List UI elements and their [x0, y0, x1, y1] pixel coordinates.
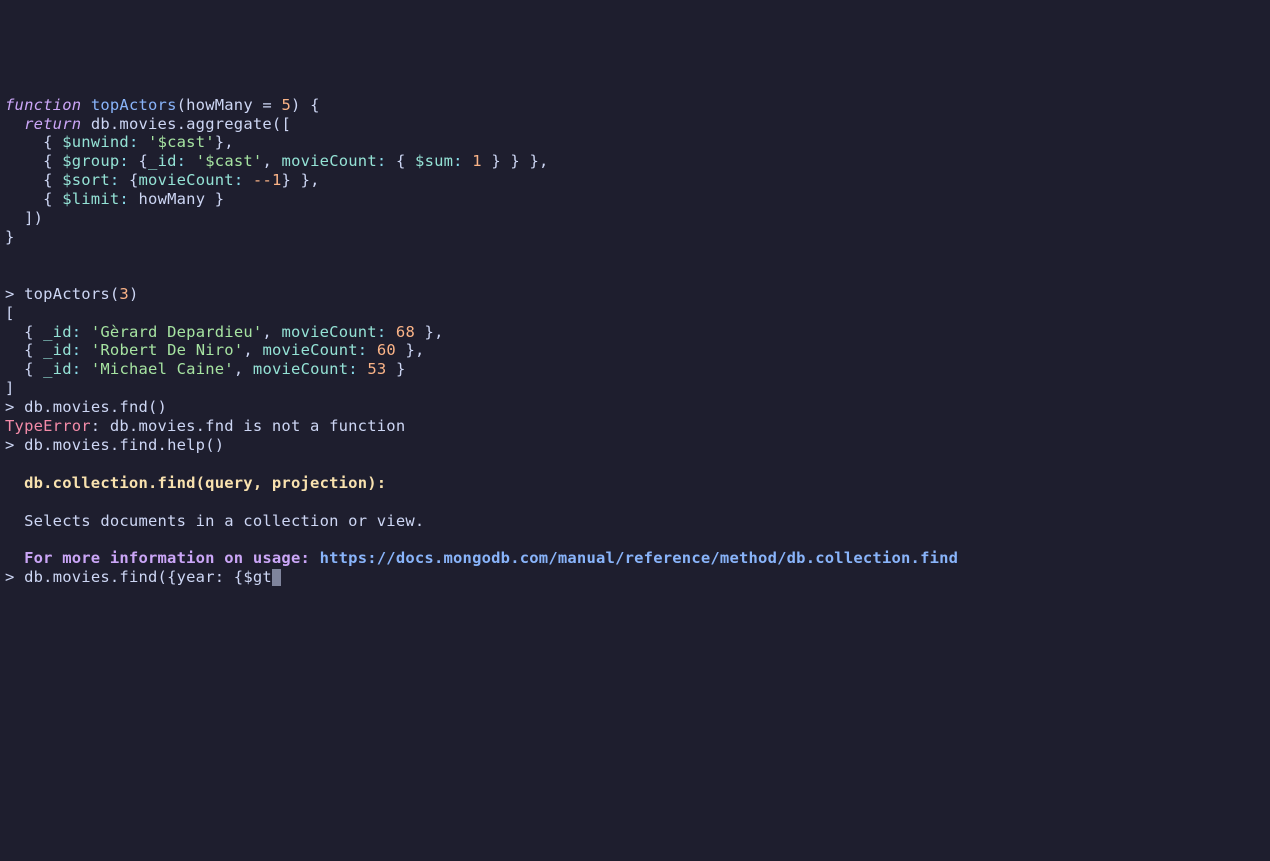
- code-line: function topActors(howMany = 5) { return…: [5, 96, 958, 587]
- prompt: >: [5, 398, 15, 416]
- error-label: TypeError: [5, 417, 91, 435]
- help-description: Selects documents in a collection or vie…: [24, 512, 424, 530]
- cursor: [272, 569, 281, 586]
- terminal-output[interactable]: function topActors(howMany = 5) { return…: [5, 96, 1265, 588]
- help-url-link[interactable]: https://docs.mongodb.com/manual/referenc…: [320, 549, 959, 567]
- prompt: >: [5, 285, 15, 303]
- help-signature: db.collection.find(query, projection):: [24, 474, 386, 492]
- prompt: >: [5, 436, 15, 454]
- prompt: >: [5, 568, 15, 586]
- help-more-label: For more information on usage:: [24, 549, 320, 567]
- current-input[interactable]: db.movies.find({year: {$gt: [24, 568, 272, 586]
